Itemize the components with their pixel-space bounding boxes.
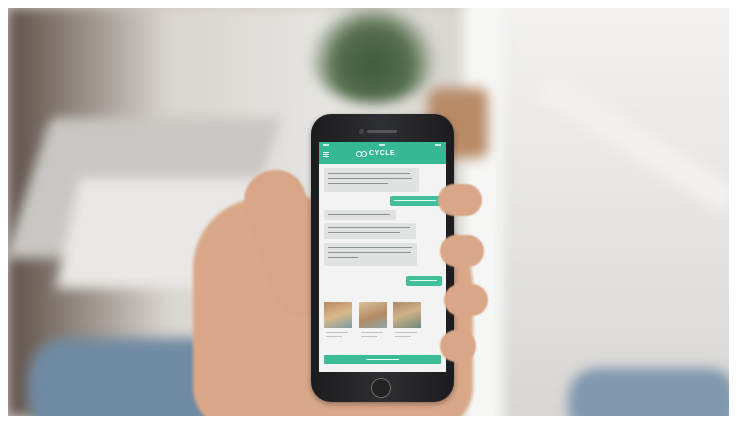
bot-message: [324, 223, 416, 239]
user-reply[interactable]: [390, 196, 442, 206]
window: [478, 8, 729, 416]
sleeve-right: [568, 368, 729, 416]
home-button[interactable]: [371, 378, 391, 398]
option-card[interactable]: [324, 302, 352, 342]
signal-icon: [323, 144, 329, 146]
chat-thread: [319, 166, 446, 366]
finger: [438, 184, 482, 216]
front-camera: [359, 129, 364, 134]
card-image: [324, 302, 352, 328]
bot-message: [324, 168, 419, 192]
option-card[interactable]: [359, 302, 387, 342]
status-bar: [319, 143, 446, 148]
bot-message: [324, 243, 417, 266]
user-reply[interactable]: [406, 276, 442, 286]
bot-message: [324, 210, 396, 220]
finger: [440, 235, 484, 267]
finger: [444, 284, 488, 316]
earpiece-speaker: [367, 130, 397, 133]
phone-screen: CYCLE: [319, 142, 446, 372]
option-card[interactable]: [393, 302, 421, 342]
call-to-action-button[interactable]: [324, 355, 441, 364]
card-image: [359, 302, 387, 328]
hamburger-menu-icon[interactable]: [323, 152, 329, 157]
app-header: CYCLE: [319, 142, 446, 164]
brand-name: CYCLE: [369, 150, 396, 157]
finger: [440, 330, 476, 362]
battery-icon: [435, 144, 441, 146]
interlocking-circles-icon: [356, 151, 368, 158]
plant: [308, 8, 438, 103]
photo: CYCLE: [8, 8, 729, 416]
smartphone: CYCLE: [311, 114, 454, 402]
clock-indicator: [379, 144, 385, 146]
card-image: [393, 302, 421, 328]
